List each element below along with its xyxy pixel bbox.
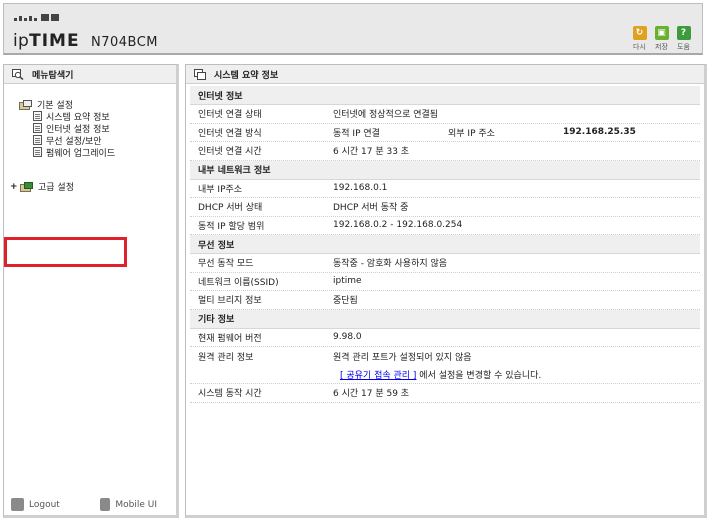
row-value: 동적 IP 연결 <box>333 128 380 139</box>
row-label: 현재 펌웨어 버전 <box>198 333 262 344</box>
tree-item-system-summary[interactable]: 시스템 요약 정보 <box>33 110 115 123</box>
table-row: 네트워크 이름(SSID) iptime <box>190 273 700 291</box>
firmware-version-value: 9.98.0 <box>333 332 362 343</box>
row-value: iptime <box>333 276 362 287</box>
table-row: 동적 IP 할당 범위 192.168.0.2 - 192.168.0.254 <box>190 217 700 235</box>
window-icon <box>194 68 206 80</box>
table-row: 멀티 브리지 정보 중단됨 <box>190 291 700 310</box>
refresh-button[interactable]: ↻ 다시 <box>631 26 648 52</box>
remote-management-value: 원격 관리 포트가 설정되어 있지 않음 <box>333 352 472 363</box>
logout-label: Logout <box>29 499 60 510</box>
logo-prefix: ip <box>13 31 30 51</box>
document-icon <box>33 123 42 133</box>
logout-button[interactable]: Logout <box>11 498 60 511</box>
section-other: 기타 정보 <box>190 309 700 329</box>
row-label: 네트워크 이름(SSID) <box>198 277 279 288</box>
logo-brand: TIME <box>29 31 80 51</box>
section-lan: 내부 네트워크 정보 <box>190 160 700 180</box>
mobile-ui-label: Mobile UI <box>115 499 157 510</box>
tree-item-firmware-upgrade[interactable]: 펌웨어 업그레이드 <box>33 146 116 159</box>
external-ip-label: 외부 IP 주소 <box>448 128 495 139</box>
folder-icon <box>19 99 33 110</box>
logo: ipTIME <box>13 31 80 51</box>
row-label: 동적 IP 할당 범위 <box>198 221 265 232</box>
menu-footer: Logout Mobile UI <box>4 498 176 511</box>
table-row: 무선 동작 모드 동작중 - 암호화 사용하지 않음 <box>190 254 700 273</box>
help-icon: ? <box>676 26 691 40</box>
row-label: 인터넷 연결 방식 <box>198 128 262 139</box>
mobile-ui-button[interactable]: Mobile UI <box>100 498 157 511</box>
row-label: 시스템 동작 시간 <box>198 389 262 400</box>
document-icon <box>33 147 42 157</box>
tree-item-wireless-security[interactable]: 무선 설정/보안 <box>33 134 115 147</box>
wireless-icon <box>33 135 42 145</box>
expand-plus-icon[interactable]: + <box>10 182 18 192</box>
refresh-icon: ↻ <box>632 26 647 40</box>
row-label: 인터넷 연결 상태 <box>198 110 262 121</box>
tree-item-internet-settings[interactable]: 인터넷 설정 정보 <box>33 122 115 135</box>
row-value: 192.168.0.2 - 192.168.0.254 <box>333 220 463 231</box>
table-row: 내부 IP주소 192.168.0.1 <box>190 180 700 198</box>
model-name: N704BCM <box>91 35 159 50</box>
table-row: 현재 펌웨어 버전 9.98.0 <box>190 329 700 347</box>
row-value: 동작중 - 암호화 사용하지 않음 <box>333 259 448 270</box>
menu-tree: 기본 설정 시스템 요약 정보 인터넷 설정 정보 무선 설정/보안 펌웨어 업… <box>19 98 116 159</box>
row-label: 무선 동작 모드 <box>198 259 254 270</box>
table-row: [ 공유기 접속 관리 ] 에서 설정을 변경할 수 있습니다. <box>190 366 700 384</box>
tree-label: 펌웨어 업그레이드 <box>46 148 116 159</box>
save-button[interactable]: ▣ 저장 <box>653 26 670 52</box>
save-label: 저장 <box>655 43 668 51</box>
row-label: DHCP 서버 상태 <box>198 203 263 214</box>
document-icon <box>33 111 42 121</box>
system-uptime-value: 6 시간 17 분 59 초 <box>333 389 410 400</box>
highlight-box <box>4 237 127 267</box>
section-internet: 인터넷 정보 <box>190 86 700 105</box>
magnifier-icon <box>12 68 24 80</box>
table-row: 원격 관리 정보 원격 관리 포트가 설정되어 있지 않음 <box>190 347 700 366</box>
row-value: 6 시간 17 분 33 초 <box>333 147 410 158</box>
row-label: 인터넷 연결 시간 <box>198 147 262 158</box>
logo-dots-icon <box>14 14 59 21</box>
mobile-icon <box>100 498 111 511</box>
row-value: 192.168.0.1 <box>333 183 388 194</box>
external-ip-value: 192.168.25.35 <box>563 127 636 138</box>
table-row: 인터넷 연결 상태 인터넷에 정상적으로 연결됨 <box>190 105 700 124</box>
system-summary-panel: 시스템 요약 정보 인터넷 정보 인터넷 연결 상태 인터넷에 정상적으로 연결… <box>185 64 707 518</box>
menu-explorer-panel: 메뉴탐색기 기본 설정 시스템 요약 정보 인터넷 설정 정보 무선 설정/보안… <box>3 64 179 518</box>
table-row: 시스템 동작 시간 6 시간 17 분 59 초 <box>190 384 700 403</box>
table-row: 인터넷 연결 시간 6 시간 17 분 33 초 <box>190 142 700 161</box>
table-row: 인터넷 연결 방식 동적 IP 연결 외부 IP 주소 192.168.25.3… <box>190 124 700 142</box>
row-label: 멀티 브리지 정보 <box>198 296 262 307</box>
menu-explorer-title: 메뉴탐색기 <box>32 70 74 81</box>
table-row: DHCP 서버 상태 DHCP 서버 동작 중 <box>190 198 700 217</box>
row-label: 내부 IP주소 <box>198 184 243 195</box>
row-value: DHCP 서버 동작 중 <box>333 203 409 214</box>
tree-label-advanced: 고급 설정 <box>38 183 74 193</box>
folder-plus-icon <box>20 181 34 192</box>
help-label: 도움 <box>677 43 690 51</box>
refresh-label: 다시 <box>633 43 646 51</box>
menu-explorer-header: 메뉴탐색기 <box>4 65 176 84</box>
section-wireless: 무선 정보 <box>190 235 700 254</box>
tree-item-advanced[interactable]: + 고급 설정 <box>10 180 74 194</box>
remote-hint-text: 에서 설정을 변경할 수 있습니다. <box>416 370 542 381</box>
save-icon: ▣ <box>654 26 669 40</box>
system-summary-header: 시스템 요약 정보 <box>186 65 704 84</box>
row-label: 원격 관리 정보 <box>198 352 254 363</box>
page-title: 시스템 요약 정보 <box>214 70 279 81</box>
header-buttons: ↻ 다시 ▣ 저장 ? 도움 <box>631 26 692 52</box>
logout-icon <box>11 498 24 511</box>
tree-item-basic[interactable]: 기본 설정 <box>19 98 115 111</box>
help-button[interactable]: ? 도움 <box>675 26 692 52</box>
row-value: 인터넷에 정상적으로 연결됨 <box>333 110 439 121</box>
router-access-link[interactable]: [ 공유기 접속 관리 ] <box>340 371 416 381</box>
summary-content: 인터넷 정보 인터넷 연결 상태 인터넷에 정상적으로 연결됨 인터넷 연결 방… <box>190 86 700 403</box>
row-value: 중단됨 <box>333 296 358 307</box>
remote-management-hint: [ 공유기 접속 관리 ] 에서 설정을 변경할 수 있습니다. <box>340 368 541 381</box>
header-bar: ipTIME N704BCM ↻ 다시 ▣ 저장 ? 도움 <box>3 3 703 55</box>
